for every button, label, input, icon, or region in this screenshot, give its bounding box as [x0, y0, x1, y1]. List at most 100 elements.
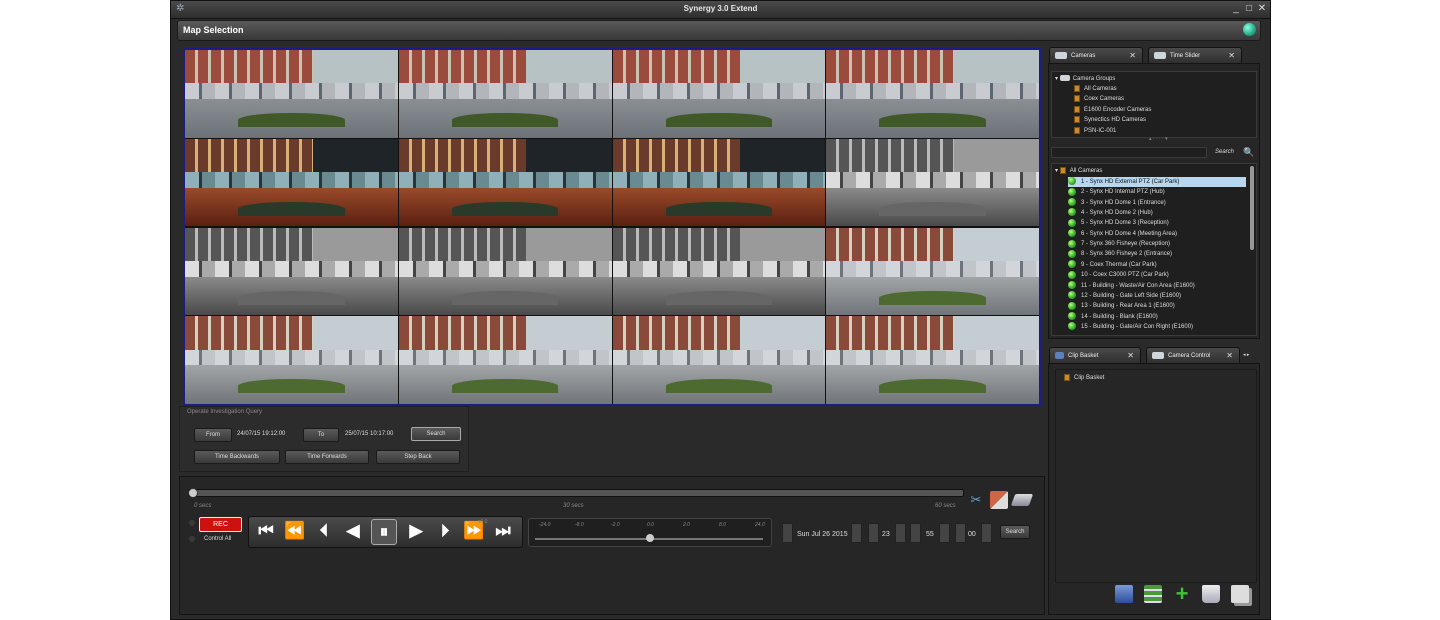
- to-value[interactable]: 25/07/15 10:17:00: [345, 431, 393, 437]
- fast-rewind-icon[interactable]: ⏪: [283, 519, 307, 543]
- tab-scroll-arrows[interactable]: ◂ ▸: [1243, 352, 1249, 358]
- camera-feed-tile[interactable]: [826, 227, 1039, 316]
- timeline-thumb[interactable]: [188, 488, 198, 498]
- close-button[interactable]: ✕: [1257, 3, 1267, 14]
- camera-list-item[interactable]: 15 - Building - Gate/Air Con Right (E160…: [1068, 322, 1246, 332]
- minute-value[interactable]: 55: [926, 531, 934, 538]
- camera-feed-tile[interactable]: [826, 50, 1039, 138]
- camera-group-item[interactable]: Synectics HD Cameras: [1074, 115, 1146, 125]
- close-icon[interactable]: ✕: [1127, 348, 1134, 364]
- play-icon[interactable]: ▶: [404, 519, 428, 543]
- camera-group-item[interactable]: E1600 Encoder Cameras: [1074, 105, 1151, 115]
- camera-feed-tile[interactable]: [185, 50, 398, 138]
- globe-icon[interactable]: [1243, 23, 1256, 36]
- camera-feed-tile[interactable]: [612, 138, 826, 227]
- date-value[interactable]: Sun Jul 26 2015: [797, 531, 848, 538]
- camera-list-scrollbar[interactable]: [1250, 166, 1254, 250]
- speed-slider[interactable]: -24.0 -8.0 -2.0 0.0 2.0 8.0 24.0: [528, 518, 772, 547]
- camera-list-item[interactable]: 12 - Building - Gate Left Side (E1600): [1068, 291, 1246, 301]
- camera-list-item[interactable]: 3 - Synx HD Dome 1 (Entrance): [1068, 198, 1246, 208]
- second-stepper[interactable]: [981, 523, 992, 543]
- playback-search-button[interactable]: Search: [1000, 525, 1030, 539]
- maximize-button[interactable]: □: [1244, 3, 1254, 14]
- save-icon[interactable]: [1115, 585, 1133, 603]
- camera-list-item[interactable]: 8 - Synx 360 Fisheye 2 (Entrance): [1068, 249, 1246, 259]
- camera-feed-tile[interactable]: [185, 316, 398, 404]
- second-value[interactable]: 00: [968, 531, 976, 538]
- skip-end-icon[interactable]: ⏭: [491, 519, 515, 543]
- camera-list-item[interactable]: 4 - Synx HD Dome 2 (Hub): [1068, 208, 1246, 218]
- close-icon[interactable]: ✕: [1226, 348, 1233, 364]
- minimize-button[interactable]: _: [1231, 3, 1241, 14]
- camera-list-item[interactable]: 11 - Building - Waste/Air Con Area (E160…: [1068, 280, 1246, 291]
- tab-time-slider[interactable]: Time Slider ✕: [1148, 47, 1242, 64]
- tab-clip-basket[interactable]: Clip Basket ✕: [1049, 347, 1141, 364]
- time-forwards-button[interactable]: Time Forwards: [285, 450, 369, 464]
- step-back-button[interactable]: Step Back: [376, 450, 460, 464]
- tab-cameras[interactable]: Cameras ✕: [1049, 47, 1143, 64]
- speed-thumb[interactable]: [646, 534, 654, 542]
- camera-list-item[interactable]: 10 - Coex C3000 PTZ (Car Park): [1068, 270, 1246, 280]
- camera-feed-tile[interactable]: [398, 227, 612, 316]
- camera-status-icon: [1068, 198, 1076, 207]
- scissors-icon[interactable]: ✂: [967, 491, 985, 509]
- camera-list-item[interactable]: 14 - Building - Blank (E1600): [1068, 311, 1246, 322]
- second-stepper-left[interactable]: [955, 523, 966, 543]
- date-spinner[interactable]: [782, 523, 793, 543]
- camera-list-item[interactable]: 1 - Synx HD External PTZ (Car Park): [1068, 177, 1246, 187]
- camera-list-item[interactable]: 6 - Synx HD Dome 4 (Meeting Area): [1068, 229, 1246, 239]
- play-reverse-icon[interactable]: ◀: [341, 519, 365, 543]
- camera-feed-tile[interactable]: [612, 316, 826, 404]
- add-icon[interactable]: +: [1173, 583, 1191, 605]
- eraser-icon[interactable]: [1010, 494, 1034, 506]
- minute-stepper-left[interactable]: [910, 523, 921, 543]
- camera-feed-tile[interactable]: [398, 138, 612, 227]
- all-cameras-node[interactable]: ▾ All Cameras: [1055, 166, 1102, 176]
- hour-stepper-left[interactable]: [868, 523, 879, 543]
- control-all-checkbox[interactable]: [189, 536, 195, 542]
- pause-icon[interactable]: ⏸: [371, 519, 397, 545]
- step-forward-icon[interactable]: ⏵: [433, 519, 457, 543]
- camera-feed-tile[interactable]: [398, 316, 612, 404]
- camera-feed-tile[interactable]: [612, 227, 826, 316]
- camera-group-item[interactable]: PSN-IC-001: [1074, 126, 1116, 136]
- splitter-handle[interactable]: ▴ · · · · ▾: [1149, 136, 1168, 142]
- tab-camera-control[interactable]: Camera Control ✕: [1146, 347, 1240, 364]
- rec-button[interactable]: REC: [199, 517, 242, 532]
- export-clip-icon[interactable]: [990, 491, 1008, 509]
- camera-feed-tile[interactable]: [185, 227, 398, 316]
- camera-list-item[interactable]: 5 - Synx HD Dome 3 (Reception): [1068, 218, 1246, 228]
- camera-feed-tile[interactable]: [826, 316, 1039, 404]
- to-button[interactable]: To: [303, 428, 339, 442]
- camera-group-item[interactable]: All Cameras: [1074, 84, 1117, 94]
- timeline-slider[interactable]: [188, 488, 964, 498]
- clip-basket-node[interactable]: Clip Basket: [1064, 373, 1104, 383]
- minute-stepper[interactable]: [939, 523, 950, 543]
- camera-feed-tile[interactable]: [398, 50, 612, 138]
- camera-groups-node[interactable]: ▾ Camera Groups: [1055, 74, 1115, 84]
- copy-icon[interactable]: [1231, 585, 1249, 603]
- camera-group-item[interactable]: Coex Cameras: [1074, 94, 1124, 104]
- camera-search-input[interactable]: [1051, 147, 1207, 158]
- camera-feed-tile[interactable]: [826, 138, 1039, 227]
- camera-list-item[interactable]: 9 - Coex Thermal (Car Park): [1068, 260, 1246, 270]
- step-backward-icon[interactable]: ⏴: [312, 519, 336, 543]
- camera-list-item[interactable]: 2 - Synx HD Internal PTZ (Hub): [1068, 187, 1246, 197]
- add-list-icon[interactable]: [1144, 585, 1162, 603]
- hour-value[interactable]: 23: [882, 531, 890, 538]
- date-stepper[interactable]: [851, 523, 862, 543]
- close-icon[interactable]: ✕: [1129, 48, 1136, 64]
- hour-stepper[interactable]: [895, 523, 906, 543]
- camera-list-item[interactable]: 13 - Building - Rear Area 1 (E1600): [1068, 301, 1246, 311]
- search-icon[interactable]: 🔍: [1243, 147, 1254, 158]
- skip-start-icon[interactable]: ⏮: [254, 519, 278, 543]
- camera-feed-tile[interactable]: [185, 138, 398, 227]
- query-search-button[interactable]: Search: [411, 427, 461, 441]
- from-button[interactable]: From: [194, 428, 232, 442]
- time-backwards-button[interactable]: Time Backwards: [194, 450, 280, 464]
- close-icon[interactable]: ✕: [1228, 48, 1235, 64]
- camera-list-item[interactable]: 7 - Synx 360 Fisheye (Reception): [1068, 239, 1246, 249]
- from-value[interactable]: 24/07/15 19:12:00: [237, 431, 285, 437]
- camera-feed-tile[interactable]: [612, 50, 826, 138]
- delete-icon[interactable]: [1202, 585, 1220, 603]
